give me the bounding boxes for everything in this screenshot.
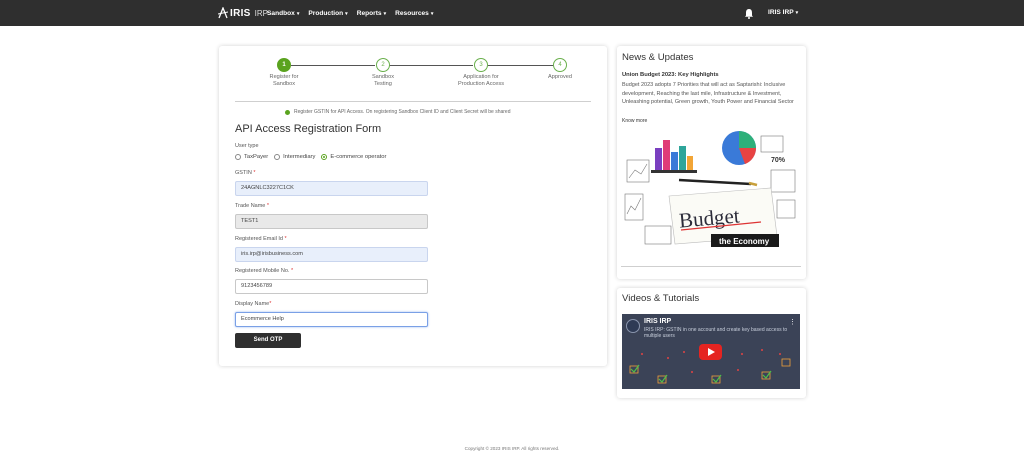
radio-checked-icon <box>321 154 328 160</box>
step-label: Approved <box>548 74 572 80</box>
videos-card: Videos & Tutorials IRIS IRP IRIS IRP: GS… <box>617 288 806 398</box>
logo-text: IRIS <box>230 7 251 19</box>
radio-taxpayer[interactable]: TaxPayer <box>235 154 268 160</box>
user-menu[interactable]: IRIS IRP ▾ <box>768 9 798 16</box>
mobile-field[interactable]: 9123456789 <box>235 279 428 294</box>
chevron-down-icon: ▾ <box>345 10 348 17</box>
more-vertical-icon[interactable]: ⋮ <box>789 318 796 326</box>
chevron-down-icon: ▾ <box>430 10 434 17</box>
email-field[interactable]: iris.irp@irisbusiness.com <box>235 247 428 262</box>
pie-chart-graphic <box>722 131 757 165</box>
radio-ecommerce-operator[interactable]: E-commerce operator <box>321 154 386 160</box>
video-player[interactable]: IRIS IRP IRIS IRP: GSTIN in one account … <box>622 314 800 389</box>
send-otp-button[interactable]: Send OTP <box>235 333 301 348</box>
logo-icon <box>218 7 228 19</box>
video-caption: IRIS IRP: GSTIN in one account and creat… <box>644 327 788 339</box>
main-nav: Sandbox ▾ Production ▾ Reports ▾ Resources ▾ <box>267 0 433 26</box>
play-button-icon[interactable] <box>699 344 722 360</box>
news-headline: Union Budget 2023: Key Highlights <box>622 72 719 78</box>
news-title: News & Updates <box>622 52 694 63</box>
step-2: 2 Sandbox Testing <box>348 58 418 88</box>
step-1: 1 Register for Sandbox <box>249 58 319 88</box>
notice-dot-icon <box>285 109 290 115</box>
budget-paper: Budget the Economy <box>668 187 779 247</box>
step-number: 1 <box>277 58 291 72</box>
gstin-label: GSTIN * <box>235 170 256 176</box>
user-type-group: TaxPayer Intermediary E-commerce operato… <box>235 154 386 160</box>
nav-reports[interactable]: Reports ▾ <box>357 10 386 17</box>
footer-copyright: Copyright © 2023 IRIS IRP. All rights re… <box>464 446 560 451</box>
chevron-down-icon: ▾ <box>795 10 799 16</box>
step-label: Application for Production Access <box>457 74 505 87</box>
display-name-field[interactable]: Ecommerce Help <box>235 312 428 327</box>
radio-intermediary[interactable]: Intermediary <box>274 154 315 160</box>
register-notice: Register GSTIN for API Access. On regist… <box>285 109 511 115</box>
email-label: Registered Email Id * <box>235 236 287 242</box>
step-4: 4 Approved <box>525 58 595 81</box>
chevron-down-icon: ▾ <box>296 10 300 17</box>
iris-logo[interactable]: IRIS IRP <box>218 6 268 20</box>
know-more-link[interactable]: Know more <box>622 118 647 124</box>
step-3: 3 Application for Production Access <box>446 58 516 88</box>
mobile-label: Registered Mobile No. * <box>235 268 294 274</box>
nav-resources[interactable]: Resources ▾ <box>395 10 433 17</box>
video-channel: IRIS IRP <box>644 318 672 325</box>
news-body: Budget 2023 adopts 7 Priorities that wil… <box>622 82 794 105</box>
news-card: News & Updates Union Budget 2023: Key Hi… <box>617 46 806 279</box>
nav-sandbox[interactable]: Sandbox ▾ <box>267 10 299 17</box>
registration-stepper: 1 Register for Sandbox 2 Sandbox Testing… <box>219 58 607 106</box>
videos-title: Videos & Tutorials <box>622 293 700 304</box>
step-number: 2 <box>376 58 390 72</box>
display-name-label: Display Name* <box>235 301 272 307</box>
radio-icon <box>235 154 241 160</box>
step-number: 3 <box>474 58 488 72</box>
trade-name-label: Trade Name * <box>235 203 270 209</box>
gstin-field[interactable]: 24AGNLC3227C1CK <box>235 181 428 196</box>
form-title: API Access Registration Form <box>235 123 382 135</box>
top-navbar: IRIS IRP Sandbox ▾ Production ▾ Reports ▾ R… <box>0 0 1024 26</box>
user-type-label: User type <box>235 143 259 149</box>
nav-production[interactable]: Production ▾ <box>308 10 347 17</box>
image-percent: 70% <box>771 157 786 164</box>
channel-avatar <box>626 319 640 333</box>
bell-icon[interactable] <box>744 8 754 19</box>
registration-card: 1 Register for Sandbox 2 Sandbox Testing… <box>219 46 607 366</box>
news-divider <box>621 266 801 267</box>
radio-icon <box>274 154 281 160</box>
stepper-divider <box>235 101 591 102</box>
step-number: 4 <box>553 58 567 72</box>
trade-name-field[interactable]: TEST1 <box>235 214 428 229</box>
logo-sub: IRP <box>254 8 268 18</box>
image-economy-text: the Economy <box>719 237 770 246</box>
step-label: Sandbox Testing <box>371 74 395 87</box>
chevron-down-icon: ▾ <box>383 10 387 17</box>
notice-text: Register GSTIN for API Access. On regist… <box>294 109 511 115</box>
budget-illustration: 70% Budget the Economy <box>621 126 801 264</box>
step-label: Register for Sandbox <box>269 74 299 87</box>
